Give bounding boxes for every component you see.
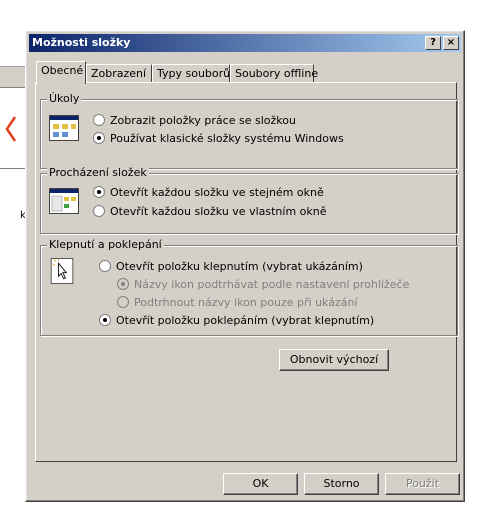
- option-same-window[interactable]: Otevřít každou složku ve stejném okně: [93, 186, 324, 199]
- option-underline-browser-label: Názvy ikon podtrhávat podle nastavení pr…: [134, 278, 410, 291]
- radio-button-selected[interactable]: [93, 186, 105, 198]
- group-tasks-label: Úkoly: [47, 92, 82, 105]
- apply-button[interactable]: Použít: [385, 473, 460, 495]
- option-single-click[interactable]: Otevřít položku klepnutím (vybrat ukázán…: [99, 260, 363, 273]
- folder-options-dialog: Možnosti složky ? × Obecné Zobrazení Typ…: [25, 30, 465, 502]
- option-own-window[interactable]: Otevřít každou složku ve vlastním okně: [93, 205, 327, 218]
- radio-button[interactable]: [93, 205, 105, 217]
- tab-general[interactable]: Obecné: [36, 61, 86, 84]
- option-classic-folders-label: Používat klasické složky systému Windows: [110, 132, 344, 145]
- restore-defaults-button[interactable]: Obnovit výchozí: [279, 349, 389, 371]
- option-double-click-label: Otevřít položku poklepáním (vybrat klepn…: [116, 314, 375, 327]
- option-single-click-label: Otevřít položku klepnutím (vybrat ukázán…: [116, 260, 363, 273]
- radio-button[interactable]: [117, 296, 129, 308]
- pointer-click-icon: [50, 258, 74, 284]
- tab-view[interactable]: Zobrazení: [86, 64, 152, 83]
- radio-button[interactable]: [99, 260, 111, 272]
- browse-window-icon: [49, 188, 79, 214]
- radio-button-selected[interactable]: [99, 314, 111, 326]
- option-own-window-label: Otevřít každou složku ve vlastním okně: [110, 205, 327, 218]
- group-click-options: Klepnutí a poklepání Otevřít položku kle…: [40, 238, 458, 336]
- group-click-label: Klepnutí a poklepání: [47, 238, 164, 251]
- group-tasks: Úkoly Zobrazit položky práce se složkou …: [40, 92, 458, 169]
- radio-button[interactable]: [93, 114, 105, 126]
- group-browse-label: Procházení složek: [47, 166, 149, 179]
- option-classic-folders[interactable]: Používat klasické složky systému Windows: [93, 132, 344, 145]
- option-underline-browser[interactable]: Názvy ikon podtrhávat podle nastavení pr…: [117, 278, 409, 291]
- close-button[interactable]: ×: [443, 36, 459, 50]
- tab-offline-files[interactable]: Soubory offline: [230, 64, 318, 83]
- cancel-button[interactable]: Storno: [304, 473, 379, 495]
- tab-file-types[interactable]: Typy souborů: [152, 64, 230, 83]
- help-button[interactable]: ?: [425, 36, 441, 50]
- classic-folder-icon: [49, 115, 79, 141]
- window-title: Možnosti složky: [32, 36, 131, 49]
- option-same-window-label: Otevřít každou složku ve stejném okně: [110, 186, 324, 199]
- option-show-tasks-label: Zobrazit položky práce se složkou: [110, 114, 296, 127]
- option-underline-hover[interactable]: Podtrhnout názvy ikon pouze při ukázání: [117, 296, 358, 309]
- radio-button-selected[interactable]: [117, 278, 129, 290]
- radio-button-selected[interactable]: [93, 132, 105, 144]
- option-underline-hover-label: Podtrhnout názvy ikon pouze při ukázání: [134, 296, 358, 309]
- group-browse-folders: Procházení složek Otevřít každou složku …: [40, 166, 458, 234]
- option-double-click[interactable]: Otevřít položku poklepáním (vybrat klepn…: [99, 314, 374, 327]
- ok-button[interactable]: OK: [223, 473, 298, 495]
- back-arrow-icon: [5, 116, 17, 142]
- option-show-tasks[interactable]: Zobrazit položky práce se složkou: [93, 114, 296, 127]
- title-bar[interactable]: Možnosti složky ? ×: [29, 34, 461, 52]
